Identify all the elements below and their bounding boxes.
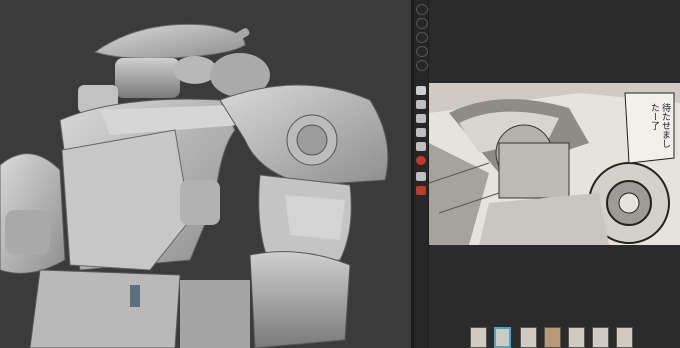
thumbnail-strip [470, 327, 640, 348]
robot-model [0, 23, 389, 348]
side-toolbar [414, 0, 429, 348]
pin-icon[interactable] [416, 156, 426, 165]
circle-icon[interactable] [416, 60, 428, 71]
brush-icon[interactable] [416, 128, 426, 137]
3d-viewport[interactable] [0, 0, 411, 348]
thumbnail[interactable] [616, 327, 633, 348]
reference-panel: 待たせまし たー了 [429, 0, 680, 348]
thumbnail-selected[interactable] [494, 327, 511, 348]
thumbnail[interactable] [592, 327, 609, 348]
square-icon[interactable] [416, 86, 426, 95]
circle-icon[interactable] [416, 4, 428, 15]
circle-icon[interactable] [416, 18, 428, 29]
speech-bubble-text: 待たせまし たー了 [649, 103, 670, 148]
grid-icon[interactable] [416, 100, 426, 109]
red-square-icon[interactable] [416, 186, 426, 195]
thumbnail[interactable] [520, 327, 537, 348]
circle-icon[interactable] [416, 46, 428, 57]
thumbnail[interactable] [544, 327, 561, 348]
camera-icon[interactable] [416, 142, 426, 151]
dots-icon[interactable] [416, 172, 426, 181]
manga-reference-image[interactable]: 待たせまし たー了 [429, 83, 680, 245]
thumbnail[interactable] [470, 327, 487, 348]
thumbnail[interactable] [568, 327, 585, 348]
layers-icon[interactable] [416, 114, 426, 123]
circle-icon[interactable] [416, 32, 428, 43]
